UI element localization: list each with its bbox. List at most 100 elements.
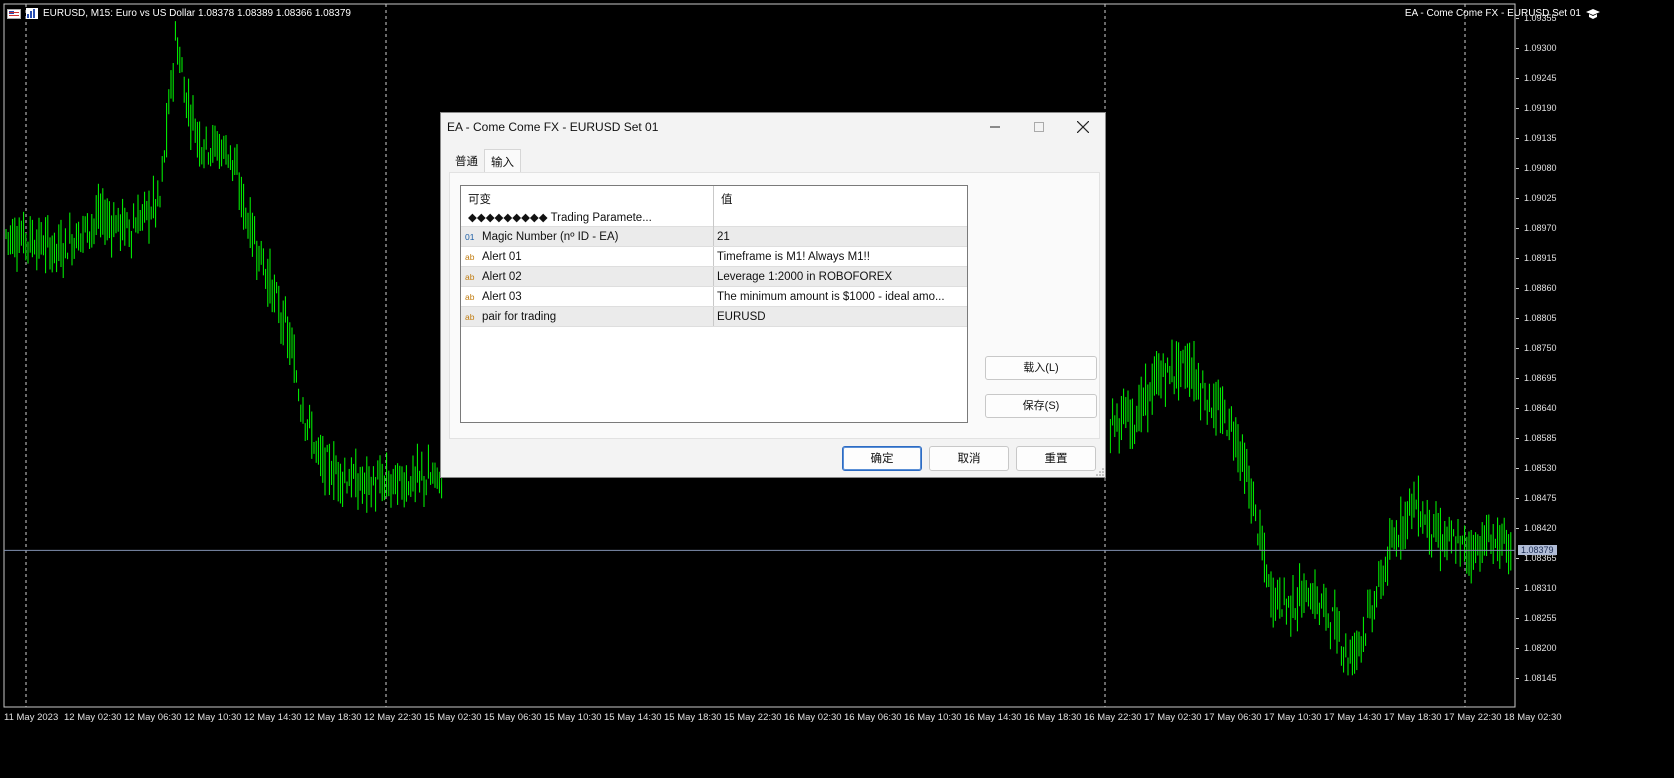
load-button[interactable]: 载入(L) [985, 356, 1097, 380]
price-tick-label: 1.09190 [1524, 103, 1557, 113]
group-label: ◆◆◆◆◆◆◆◆◆ Trading Paramete... [461, 208, 714, 227]
time-tick-label: 16 May 10:30 [904, 712, 962, 723]
param-name: Magic Number (nº ID - EA) [482, 230, 619, 243]
price-tick-label: 1.08585 [1524, 433, 1557, 443]
price-tick [1516, 228, 1519, 229]
price-tick [1516, 558, 1519, 559]
price-tick-label: 1.08255 [1524, 613, 1557, 623]
tab-common[interactable]: 普通 [449, 149, 484, 171]
dialog-tabs: 普通 输入 [449, 149, 521, 172]
ok-button[interactable]: 确定 [842, 446, 922, 471]
param-name: pair for trading [482, 310, 557, 323]
time-axis[interactable]: 11 May 2023 12 May 02:30 12 May 06:30 12 Ma… [0, 709, 1562, 729]
time-tick-label: 12 May 14:30 [244, 712, 302, 723]
price-tick-label: 1.08805 [1524, 313, 1557, 323]
time-tick-label: 15 May 02:30 [424, 712, 482, 723]
dialog-titlebar[interactable]: EA - Come Come FX - EURUSD Set 01 [441, 113, 1105, 141]
minimize-button[interactable] [973, 113, 1017, 141]
time-tick-label: 17 May 22:30 [1444, 712, 1502, 723]
string-type-icon: ab [465, 271, 475, 282]
dialog-title: EA - Come Come FX - EURUSD Set 01 [447, 120, 659, 134]
param-value[interactable]: Leverage 1:2000 in ROBOFOREX [714, 267, 967, 286]
price-tick-label: 1.08475 [1524, 493, 1557, 503]
table-row[interactable]: ab Alert 02 Leverage 1:2000 in ROBOFOREX [461, 266, 967, 287]
price-tick [1516, 588, 1519, 589]
time-tick-label: 12 May 10:30 [184, 712, 242, 723]
price-tick-label: 1.09245 [1524, 73, 1557, 83]
price-tick [1516, 198, 1519, 199]
price-axis[interactable]: 1.09355 1.09300 1.09245 1.09190 1.09135 1.090… [1516, 0, 1674, 708]
table-row[interactable]: ab pair for trading EURUSD [461, 306, 967, 327]
price-tick [1516, 138, 1519, 139]
price-tick [1516, 48, 1519, 49]
price-tick [1516, 528, 1519, 529]
price-tick-label: 1.08145 [1524, 673, 1557, 683]
maximize-icon [1034, 122, 1044, 132]
cancel-button[interactable]: 取消 [929, 446, 1009, 471]
maximize-button[interactable] [1017, 113, 1061, 141]
time-tick-label: 11 May 2023 [4, 712, 59, 723]
price-tick-label: 1.08750 [1524, 343, 1557, 353]
column-header-variable[interactable]: 可变 [461, 186, 714, 208]
integer-type-icon: 01 [465, 231, 475, 242]
price-tick-label: 1.09355 [1524, 13, 1557, 23]
price-tick-label: 1.09300 [1524, 43, 1557, 53]
price-tick-label: 1.09025 [1524, 193, 1557, 203]
tab-inputs[interactable]: 输入 [484, 149, 521, 172]
time-tick-label: 15 May 14:30 [604, 712, 662, 723]
time-tick-label: 16 May 22:30 [1084, 712, 1142, 723]
price-tick [1516, 78, 1519, 79]
ea-properties-dialog: EA - Come Come FX - EURUSD Set 01 普通 输入 … [440, 112, 1106, 478]
price-tick-label: 1.09135 [1524, 133, 1557, 143]
save-button[interactable]: 保存(S) [985, 394, 1097, 418]
param-name: Alert 01 [482, 250, 522, 263]
inputs-grid[interactable]: 可变 值 ◆◆◆◆◆◆◆◆◆ Trading Paramete... 01 Mag… [460, 185, 968, 423]
param-name: Alert 03 [482, 290, 522, 303]
current-price-tag: 1.08379 [1518, 545, 1557, 556]
price-tick-label: 1.08640 [1524, 403, 1557, 413]
string-type-icon: ab [465, 291, 475, 302]
price-tick-label: 1.09080 [1524, 163, 1557, 173]
time-tick-label: 17 May 06:30 [1204, 712, 1262, 723]
param-value[interactable]: Timeframe is M1! Always M1!! [714, 247, 967, 266]
price-tick-label: 1.08915 [1524, 253, 1557, 263]
time-tick-label: 16 May 02:30 [784, 712, 842, 723]
time-tick-label: 15 May 22:30 [724, 712, 782, 723]
time-tick-label: 15 May 10:30 [544, 712, 602, 723]
time-tick-label: 15 May 18:30 [664, 712, 722, 723]
string-type-icon: ab [465, 311, 475, 322]
time-tick-label: 12 May 06:30 [124, 712, 182, 723]
string-type-icon: ab [465, 251, 475, 262]
param-value[interactable]: EURUSD [714, 307, 967, 326]
table-row[interactable]: ab Alert 01 Timeframe is M1! Always M1!! [461, 246, 967, 267]
price-tick-label: 1.08860 [1524, 283, 1557, 293]
group-row[interactable]: ◆◆◆◆◆◆◆◆◆ Trading Paramete... [461, 208, 967, 227]
close-icon [1077, 121, 1089, 133]
reset-button[interactable]: 重置 [1016, 446, 1096, 471]
inputs-panel: 可变 值 ◆◆◆◆◆◆◆◆◆ Trading Paramete... 01 Mag… [449, 172, 1100, 439]
resize-grip-icon[interactable] [1096, 468, 1104, 476]
time-tick-label: 16 May 06:30 [844, 712, 902, 723]
time-tick-label: 17 May 10:30 [1264, 712, 1322, 723]
price-tick [1516, 498, 1519, 499]
close-button[interactable] [1061, 113, 1105, 141]
time-tick-label: 18 May 02:30 [1504, 712, 1562, 723]
param-value[interactable]: The minimum amount is $1000 - ideal amo.… [714, 287, 967, 306]
time-tick-label: 17 May 02:30 [1144, 712, 1202, 723]
price-tick-label: 1.08200 [1524, 643, 1557, 653]
price-tick-label: 1.08695 [1524, 373, 1557, 383]
price-tick [1516, 408, 1519, 409]
price-tick-label: 1.08310 [1524, 583, 1557, 593]
time-tick-label: 12 May 02:30 [64, 712, 122, 723]
param-value[interactable]: 21 [714, 227, 967, 246]
time-tick-label: 12 May 22:30 [364, 712, 422, 723]
price-tick [1516, 18, 1519, 19]
column-header-value[interactable]: 值 [714, 186, 967, 208]
bar-chart-icon[interactable] [26, 8, 38, 19]
price-tick [1516, 678, 1519, 679]
table-row[interactable]: ab Alert 03 The minimum amount is $1000 -… [461, 286, 967, 307]
table-row[interactable]: 01 Magic Number (nº ID - EA) 21 [461, 226, 967, 247]
time-tick-label: 12 May 18:30 [304, 712, 362, 723]
flag-icon[interactable] [7, 8, 21, 19]
price-tick [1516, 468, 1519, 469]
